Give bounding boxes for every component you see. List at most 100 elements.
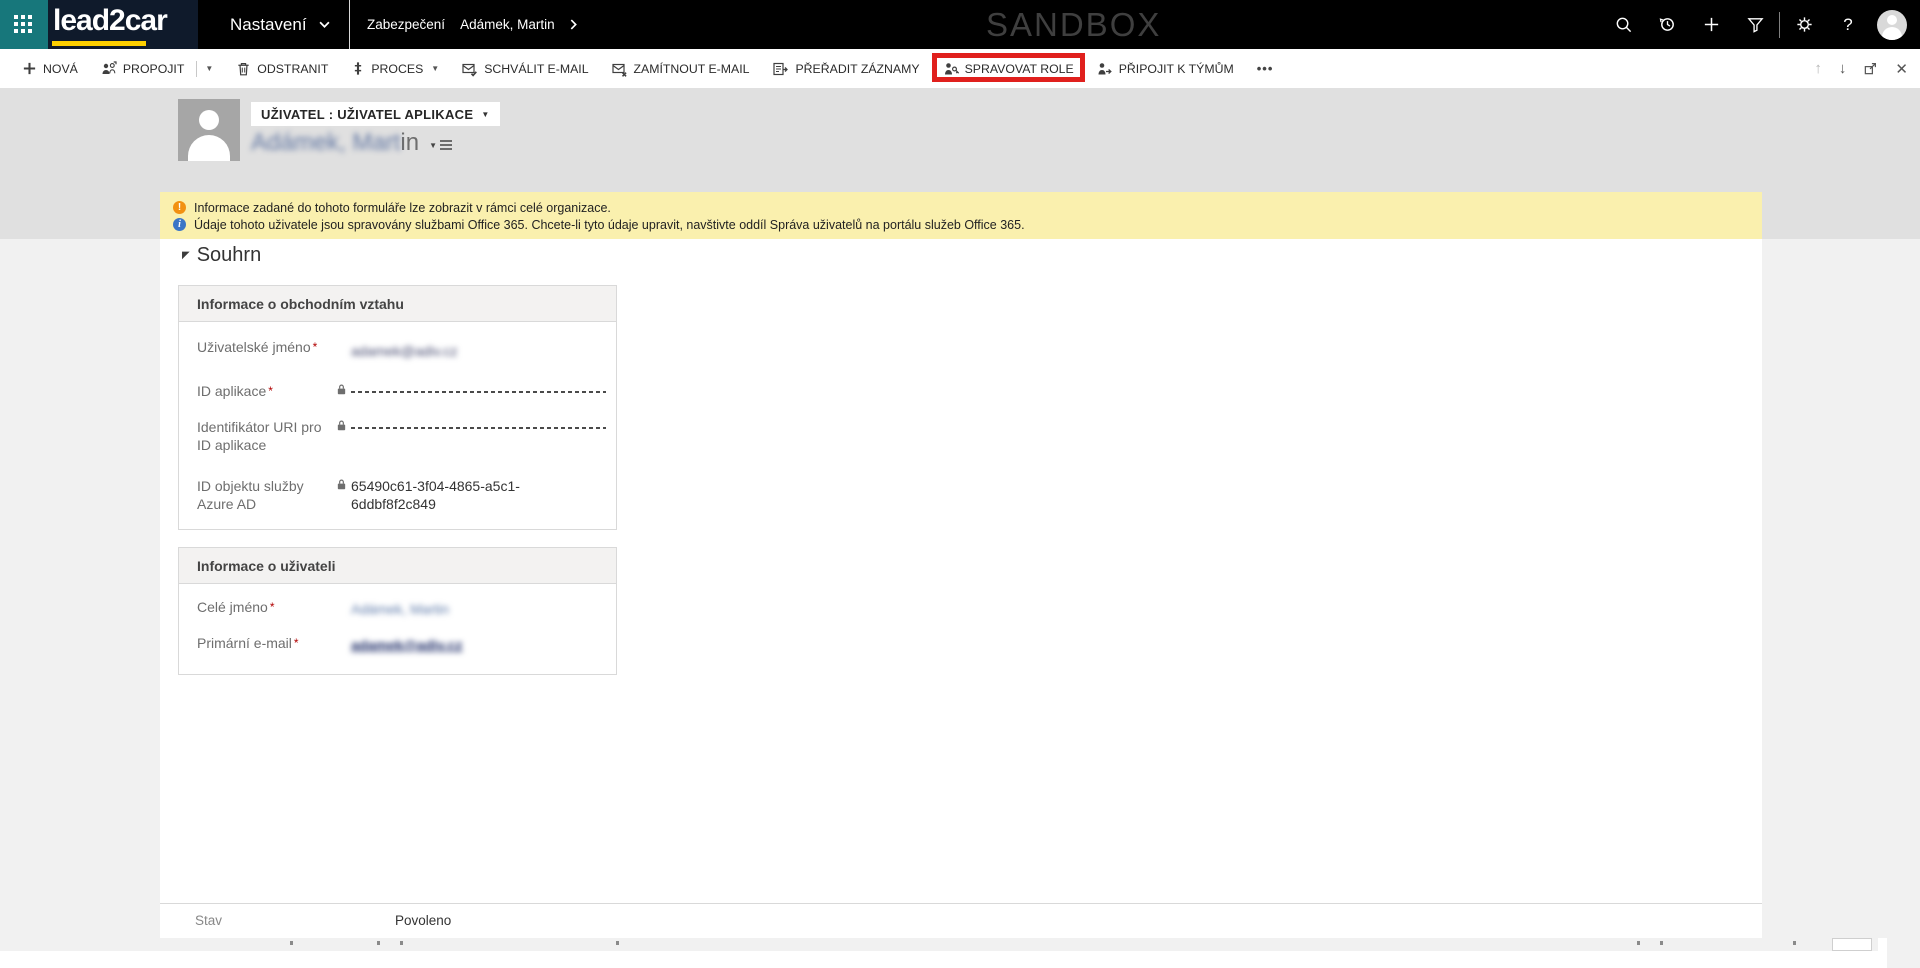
reject-email-label: ZAMÍTNOUT E-MAIL: [634, 62, 750, 76]
topbar-icon-group: ?: [1601, 0, 1914, 49]
brand-logo[interactable]: lead2car: [48, 0, 198, 49]
left-margin: [0, 239, 160, 951]
join-teams-icon: [1097, 61, 1113, 77]
entity-type-dropdown[interactable]: UŽIVATEL : UŽIVATEL APLIKACE ▼: [251, 102, 500, 126]
field-azure-object-id-value: 65490c61-3f04-4865-a5c1-6ddbf8f2c849: [351, 477, 520, 513]
notification-info: i Údaje tohoto uživatele jsou spravovány…: [173, 216, 1762, 233]
entity-type-label: UŽIVATEL : UŽIVATEL APLIKACE: [261, 107, 473, 122]
breadcrumb-record[interactable]: Adámek, Martin: [460, 17, 555, 32]
nav-area-dropdown[interactable]: Nastavení: [230, 0, 330, 49]
delete-button[interactable]: ODSTRANIT: [236, 61, 328, 77]
empty-value-dashes: [351, 427, 606, 429]
footer-artifact: [377, 941, 380, 945]
chevron-down-icon[interactable]: ▼: [205, 64, 213, 73]
section-summary-toggle[interactable]: ◤ Souhrn: [182, 244, 261, 267]
mail-reject-icon: [612, 61, 628, 77]
required-marker: *: [313, 340, 318, 354]
chevron-down-icon: [319, 21, 330, 28]
page: lead2car Nastavení Zabezpečení Adámek, M…: [0, 0, 1920, 968]
required-marker: *: [268, 384, 273, 398]
scrollbar-thumb[interactable]: [1832, 938, 1872, 951]
previous-record-icon[interactable]: ↑: [1814, 60, 1822, 77]
footer-artifact: [1637, 941, 1640, 945]
plus-icon: [22, 61, 37, 76]
join-teams-label: PŘIPOJIT K TÝMŮM: [1119, 62, 1234, 76]
lock-icon: [336, 383, 347, 401]
user-info-box: Informace o uživateli Celé jméno* Adámek…: [178, 547, 617, 675]
chevron-down-icon: ▼: [431, 64, 439, 73]
record-title: Adámek, Martin ▼: [251, 129, 452, 157]
more-commands-button[interactable]: •••: [1257, 61, 1274, 76]
recent-history-icon[interactable]: [1645, 0, 1689, 49]
top-navigation-bar: lead2car Nastavení Zabezpečení Adámek, M…: [0, 0, 1920, 49]
info-text: Údaje tohoto uživatele jsou spravovány s…: [194, 218, 1025, 232]
empty-value-dashes: [351, 391, 606, 393]
reassign-records-button[interactable]: PŘEŘADIT ZÁZNAMY: [772, 61, 919, 77]
field-full-name-value[interactable]: Adámek, Martin: [351, 600, 449, 618]
section-summary-label: Souhrn: [197, 244, 262, 267]
manage-roles-button[interactable]: SPRAVOVAT ROLE: [943, 61, 1074, 77]
form-panel: ◤ Souhrn Informace o obchodním vztahu Už…: [160, 239, 1762, 938]
breadcrumb-area[interactable]: Zabezpečení: [367, 17, 445, 32]
reassign-records-label: PŘEŘADIT ZÁZNAMY: [795, 62, 919, 76]
manage-roles-label: SPRAVOVAT ROLE: [965, 62, 1074, 76]
field-full-name-label: Celé jméno*: [197, 598, 332, 616]
help-icon[interactable]: ?: [1826, 0, 1870, 49]
process-icon: [351, 61, 365, 76]
join-teams-button[interactable]: PŘIPOJIT K TÝMŮM: [1097, 61, 1234, 77]
new-button[interactable]: NOVÁ: [22, 61, 78, 76]
filter-icon[interactable]: [1733, 0, 1777, 49]
chevron-down-icon: ▼: [481, 110, 489, 119]
app-launcher-button[interactable]: [0, 0, 48, 49]
nav-area-label: Nastavení: [230, 15, 307, 35]
footer-artifact: [400, 941, 403, 945]
field-username-value: adamek@adiv.cz: [351, 342, 458, 360]
notification-warning: ! Informace zadané do tohoto formuláře l…: [173, 199, 1762, 216]
next-record-icon[interactable]: ↓: [1839, 60, 1847, 77]
list-icon: [440, 140, 452, 150]
quick-create-icon[interactable]: [1689, 0, 1733, 49]
approve-email-button[interactable]: SCHVÁLIT E-MAIL: [462, 61, 588, 77]
topbar-divider: [349, 0, 350, 49]
field-app-id-label: ID aplikace*: [197, 382, 332, 400]
form-selector-button[interactable]: ▼: [429, 140, 452, 150]
field-primary-email-label: Primární e-mail*: [197, 634, 332, 652]
associate-button-label: PROPOJIT: [123, 62, 185, 76]
record-name-visible: in: [400, 129, 419, 156]
collapse-triangle-icon: ◤: [182, 251, 190, 261]
process-button[interactable]: PROCES ▼: [351, 61, 439, 76]
required-marker: *: [270, 600, 275, 614]
horizontal-scrollbar[interactable]: [94, 938, 1878, 951]
field-username-label: Uživatelské jméno*: [197, 338, 332, 356]
field-primary-email-value[interactable]: adamek@adiv.cz: [351, 636, 462, 654]
waffle-icon: [14, 15, 34, 35]
close-icon[interactable]: ✕: [1895, 60, 1908, 78]
mail-approve-icon: [462, 61, 478, 77]
lock-icon: [336, 478, 347, 496]
status-value: Povoleno: [395, 913, 451, 928]
field-app-id-value: [351, 382, 606, 400]
settings-gear-icon[interactable]: [1782, 0, 1826, 49]
environment-label: SANDBOX: [986, 6, 1161, 44]
delete-button-label: ODSTRANIT: [257, 62, 328, 76]
chevron-right-icon[interactable]: [570, 19, 577, 30]
topbar-icon-divider: [1779, 12, 1780, 38]
chevron-down-icon: ▼: [429, 141, 437, 150]
split-divider: [196, 61, 197, 77]
scrollbar-corner: [1887, 938, 1920, 968]
field-app-id-uri-value: [351, 418, 606, 436]
field-azure-object-id-label: ID objektu službyAzure AD: [197, 477, 332, 513]
search-icon[interactable]: [1601, 0, 1645, 49]
record-avatar[interactable]: [178, 99, 240, 161]
user-avatar[interactable]: [1870, 0, 1914, 49]
reject-email-button[interactable]: ZAMÍTNOUT E-MAIL: [612, 61, 750, 77]
brand-logo-underline: [52, 41, 146, 46]
popout-icon[interactable]: [1863, 61, 1878, 76]
associate-button[interactable]: PROPOJIT ▼: [101, 61, 213, 77]
warning-icon: !: [173, 201, 186, 214]
required-marker: *: [294, 636, 299, 650]
info-icon: i: [173, 218, 186, 231]
breadcrumb: Zabezpečení Adámek, Martin: [367, 0, 577, 49]
form-footer: Stav Povoleno: [160, 903, 1762, 938]
link-people-icon: [101, 61, 117, 77]
